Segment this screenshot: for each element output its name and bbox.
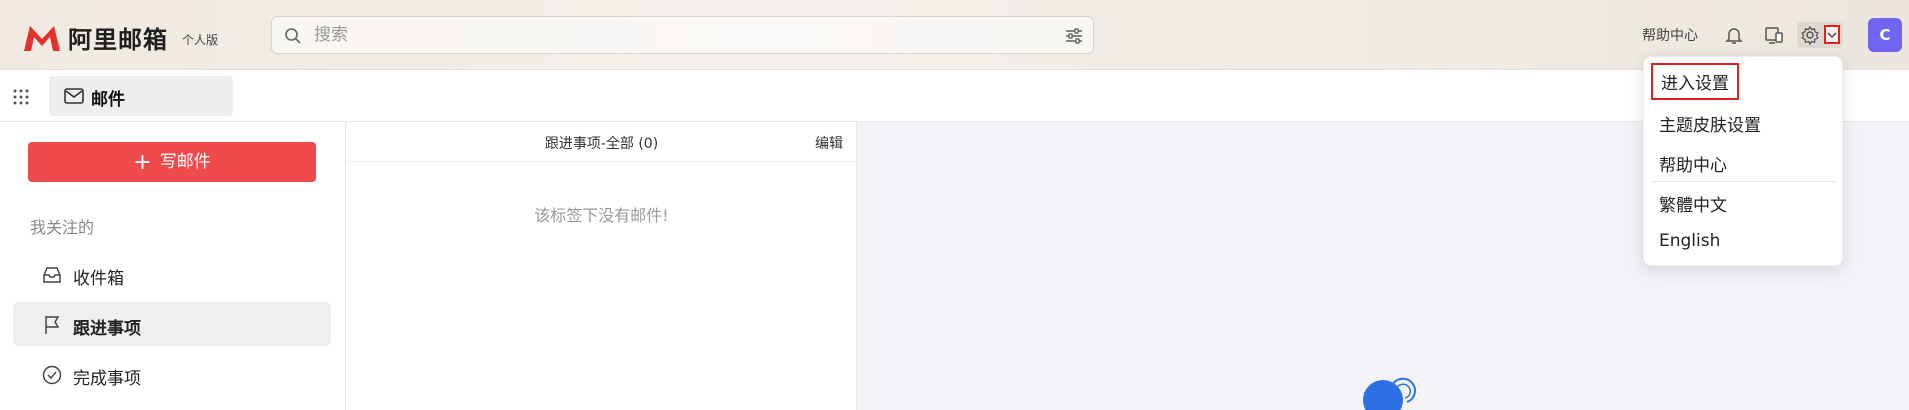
search-input[interactable] [314,23,1014,47]
devices-icon[interactable] [1763,24,1785,46]
settings-dropdown-toggle[interactable] [1824,25,1840,44]
sidebar: + 写邮件 我关注的 收件箱 跟进事项 完成事项 [0,122,346,410]
apps-grid-icon[interactable] [12,88,30,106]
avatar[interactable]: C [1868,18,1902,52]
flag-icon [45,316,60,334]
menu-item-english[interactable]: English [1659,231,1720,251]
gear-icon[interactable] [1800,25,1820,45]
mail-icon [64,88,84,104]
compose-button[interactable]: + 写邮件 [28,142,316,182]
sidebar-item-inbox[interactable]: 收件箱 [13,252,331,296]
tab-mail[interactable]: 邮件 [49,76,233,116]
menu-item-theme-settings[interactable]: 主题皮肤设置 [1659,111,1761,136]
inbox-icon [43,267,61,283]
compose-label: 写邮件 [159,152,211,172]
bell-icon[interactable] [1723,24,1745,46]
section-title-following: 我关注的 [30,218,95,237]
settings-dropdown-menu: 进入设置 主题皮肤设置 帮助中心 繁體中文 English [1643,56,1843,266]
search-box[interactable] [271,16,1094,54]
chevron-down-icon [1827,32,1837,39]
logo-edition: 个人版 [182,33,219,47]
search-icon [285,28,301,44]
sidebar-item-follow-up[interactable]: 跟进事项 [13,302,331,346]
settings-button[interactable] [1797,22,1843,48]
plus-icon: + [133,150,152,175]
help-center-link[interactable]: 帮助中心 [1642,25,1698,45]
empty-illustration [1363,377,1416,410]
menu-item-traditional-chinese[interactable]: 繁體中文 [1659,191,1727,216]
menu-item-enter-settings[interactable]: 进入设置 [1651,63,1739,100]
tab-mail-label: 邮件 [91,90,125,110]
sidebar-item-label: 收件箱 [73,269,124,289]
logo-icon [24,25,60,51]
edit-button[interactable]: 编辑 [815,133,843,153]
sidebar-item-label: 完成事项 [73,369,141,389]
menu-divider [1652,181,1836,182]
empty-state-message: 该标签下没有邮件! [534,206,669,225]
sidebar-item-completed[interactable]: 完成事项 [13,352,331,396]
logo[interactable]: 阿里邮箱 个人版 [22,20,218,55]
logo-text: 阿里邮箱 [68,26,168,54]
mail-list: 跟进事项-全部 (0) 编辑 该标签下没有邮件! [346,122,857,410]
filter-icon[interactable] [1065,27,1083,45]
list-header: 跟进事项-全部 (0) 编辑 [346,122,857,162]
list-title: 跟进事项-全部 (0) [544,136,659,152]
sidebar-item-label: 跟进事项 [73,319,141,339]
top-header: 阿里邮箱 个人版 帮助中心 [0,0,1909,70]
menu-item-help-center[interactable]: 帮助中心 [1659,151,1727,176]
app-tab-strip: 邮件 [0,70,1909,122]
check-circle-icon [42,365,62,385]
